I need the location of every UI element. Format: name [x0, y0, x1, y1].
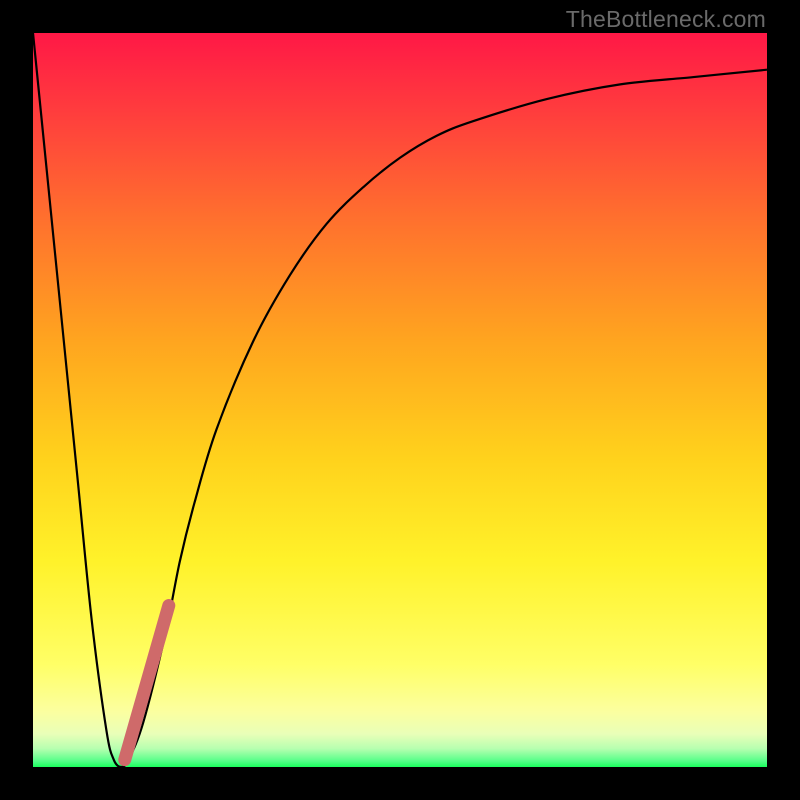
chart-frame: TheBottleneck.com	[0, 0, 800, 800]
curve-layer	[33, 33, 767, 767]
highlight-marker	[125, 606, 169, 760]
bottleneck-curve	[33, 33, 767, 767]
watermark-text: TheBottleneck.com	[566, 6, 766, 33]
plot-area	[33, 33, 767, 767]
